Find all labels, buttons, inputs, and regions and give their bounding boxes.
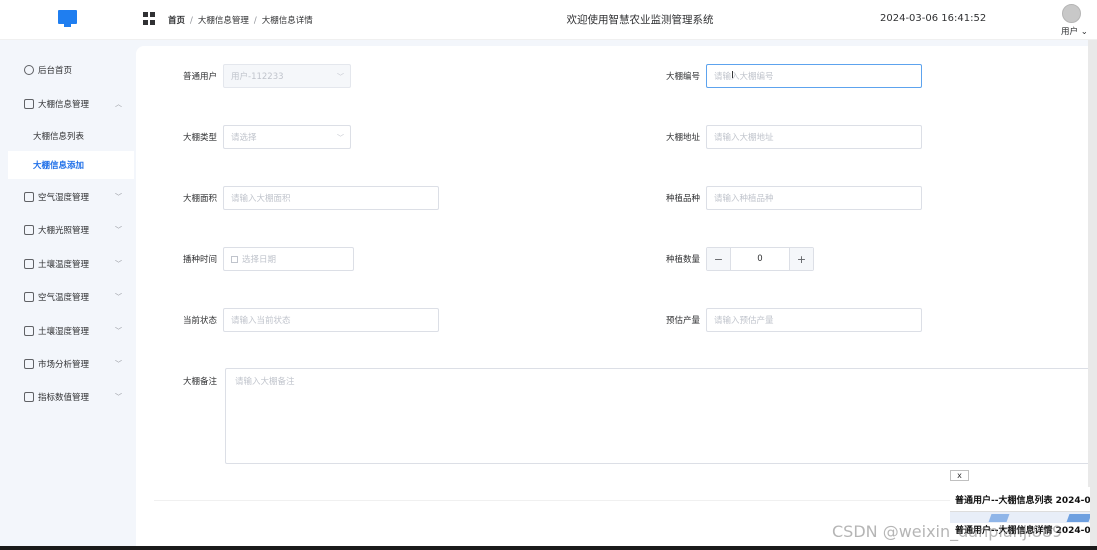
site-title: 欢迎使用智慧农业监测管理系统: [566, 14, 714, 26]
folder-icon: [24, 292, 34, 302]
text-cursor-icon: I: [731, 70, 734, 81]
user-menu-dropdown[interactable]: 用户 ⌄: [1061, 25, 1088, 37]
sidebar-item-label: 大棚光照管理: [38, 226, 90, 236]
address-label: 大棚地址: [665, 133, 700, 143]
sidebar-subitem-greenhouse-list[interactable]: 大棚信息列表: [0, 122, 134, 150]
folder-icon: [24, 192, 34, 202]
chevron-down-icon: ﹀: [115, 393, 122, 401]
monitor-logo-icon: [58, 10, 77, 27]
folder-icon: [24, 326, 34, 336]
breadcrumb-current: 大棚信息详情: [261, 16, 313, 26]
sidebar-subitem-label: 大棚信息列表: [33, 132, 85, 142]
sidebar-item-label: 市场分析管理: [38, 360, 90, 370]
sidebar-item-label: 大棚信息管理: [38, 100, 90, 110]
breadcrumb-section[interactable]: 大棚信息管理: [198, 16, 249, 26]
current-datetime: 2024-03-06 16:41:52: [880, 13, 987, 24]
folder-icon: [24, 99, 34, 109]
user-select-value: 用户-112233: [231, 72, 284, 82]
calendar-icon: [231, 255, 238, 263]
code-input-placeholder: 请输入大棚编号: [714, 72, 774, 82]
bottom-edge-bar: [0, 546, 1097, 550]
quantity-label: 种植数量: [665, 255, 700, 265]
top-header: 首页 / 大棚信息管理 / 大棚信息详情 欢迎使用智慧农业监测管理系统 2024-03-…: [0, 0, 1097, 40]
user-label: 普通用户: [182, 72, 217, 82]
yield-label: 预估产量: [665, 316, 700, 326]
address-input-placeholder: 请输入大棚地址: [714, 133, 774, 143]
status-input[interactable]: 请输入当前状态: [223, 308, 439, 332]
quantity-stepper[interactable]: − 0 +: [706, 247, 814, 271]
breadcrumb-home[interactable]: 首页: [168, 16, 185, 26]
sidebar-subitem-label: 大棚信息添加: [33, 161, 85, 171]
form-panel: 普通用户 用户-112233 ﹀ 大棚编号 请输入大棚编号 大棚类型 请选择 ﹀ 大…: [136, 46, 1095, 550]
chevron-up-icon: ︿: [115, 100, 122, 108]
yield-input[interactable]: 请输入预估产量: [706, 308, 922, 332]
folder-icon: [24, 259, 34, 269]
chevron-down-icon: ﹀: [115, 260, 122, 268]
sidebar-item-label: 后台首页: [38, 66, 73, 76]
folder-icon: [24, 225, 34, 235]
area-input[interactable]: 请输入大棚面积: [223, 186, 439, 210]
watermark: CSDN @weixin_danpianji889: [832, 522, 1063, 541]
chevron-down-icon: ﹀: [115, 193, 122, 201]
chevron-down-icon: ﹀: [337, 73, 344, 81]
sidebar-item-label: 土壤温度管理: [38, 260, 90, 270]
folder-icon: [24, 392, 34, 402]
decrement-button[interactable]: −: [707, 248, 731, 270]
chevron-down-icon: ﹀: [115, 293, 122, 301]
clock-icon: [24, 65, 34, 75]
user-select: 用户-112233 ﹀: [223, 64, 351, 88]
sidebar-item-air-humidity[interactable]: 空气湿度管理 ﹀: [0, 182, 134, 212]
code-input[interactable]: 请输入大棚编号: [706, 64, 922, 88]
status-label: 当前状态: [182, 316, 217, 326]
folder-icon: [24, 359, 34, 369]
type-select[interactable]: 请选择 ﹀: [223, 125, 351, 149]
remark-label: 大棚备注: [182, 377, 217, 387]
sidebar-item-market[interactable]: 市场分析管理 ﹀: [0, 349, 134, 379]
sidebar-item-label: 空气湿度管理: [38, 193, 90, 203]
chevron-down-icon: ﹀: [115, 226, 122, 234]
user-avatar[interactable]: [1062, 4, 1081, 23]
sow-date-picker[interactable]: 选择日期: [223, 247, 354, 271]
chevron-down-icon: ﹀: [115, 360, 122, 368]
chevron-down-icon: ﹀: [337, 134, 344, 142]
sidebar-item-label: 空气温度管理: [38, 293, 90, 303]
sidebar-item-label: 指标数值管理: [38, 393, 90, 403]
preview-title-list[interactable]: 普通用户--大棚信息列表 2024-03-0: [955, 493, 1090, 506]
type-label: 大棚类型: [182, 133, 217, 143]
scrollbar[interactable]: [1088, 40, 1097, 550]
status-input-placeholder: 请输入当前状态: [231, 316, 291, 326]
sow-time-label: 播种时间: [182, 255, 217, 265]
quantity-value[interactable]: 0: [731, 248, 789, 270]
sow-date-placeholder: 选择日期: [242, 255, 277, 265]
sidebar-item-greenhouse[interactable]: 大棚信息管理 ︿: [0, 89, 134, 119]
address-input[interactable]: 请输入大棚地址: [706, 125, 922, 149]
remark-placeholder: 请输入大棚备注: [235, 377, 295, 387]
sidebar-item-label: 土壤湿度管理: [38, 327, 90, 337]
sidebar-item-soil-humidity[interactable]: 土壤湿度管理 ﹀: [0, 316, 134, 346]
menu-grid-icon[interactable]: [143, 12, 156, 25]
remark-textarea[interactable]: 请输入大棚备注: [225, 368, 1095, 464]
area-label: 大棚面积: [182, 194, 217, 204]
sidebar-subitem-greenhouse-add[interactable]: 大棚信息添加: [8, 151, 134, 179]
variety-input-placeholder: 请输入种植品种: [714, 194, 774, 204]
sidebar-item-soil-temperature[interactable]: 土壤温度管理 ﹀: [0, 249, 134, 279]
chevron-down-icon: ﹀: [115, 327, 122, 335]
sidebar: 后台首页 大棚信息管理 ︿ 大棚信息列表 大棚信息添加 空气湿度管理 ﹀ 大棚光照管…: [0, 40, 134, 550]
area-input-placeholder: 请输入大棚面积: [231, 194, 291, 204]
sidebar-item-light[interactable]: 大棚光照管理 ﹀: [0, 215, 134, 245]
code-label: 大棚编号: [665, 72, 700, 82]
close-button[interactable]: x: [950, 470, 969, 481]
breadcrumb: 首页 / 大棚信息管理 / 大棚信息详情: [168, 16, 313, 26]
user-menu-label: 用户: [1061, 27, 1079, 37]
yield-input-placeholder: 请输入预估产量: [714, 316, 774, 326]
sidebar-item-air-temperature[interactable]: 空气温度管理 ﹀: [0, 282, 134, 312]
sidebar-item-dashboard[interactable]: 后台首页: [0, 55, 134, 85]
increment-button[interactable]: +: [789, 248, 813, 270]
type-select-placeholder: 请选择: [231, 133, 257, 143]
chevron-down-icon: ⌄: [1078, 27, 1088, 37]
sidebar-item-indicators[interactable]: 指标数值管理 ﹀: [0, 382, 134, 412]
variety-input[interactable]: 请输入种植品种: [706, 186, 922, 210]
variety-label: 种植品种: [665, 194, 700, 204]
